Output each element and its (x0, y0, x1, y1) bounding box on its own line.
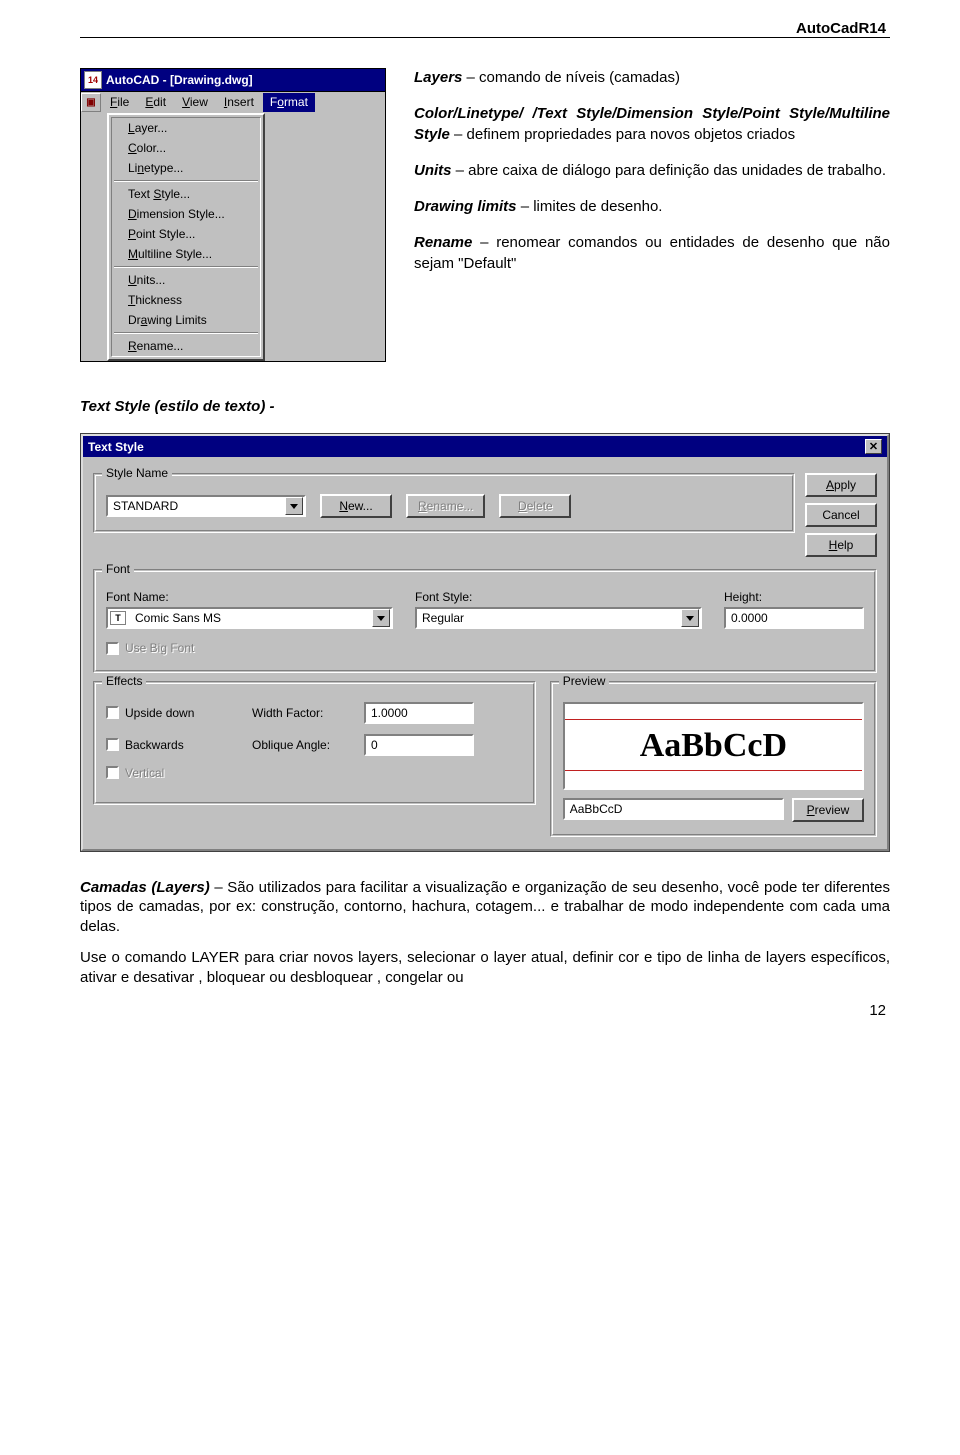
body-paragraphs: Camadas (Layers) – São utilizados para f… (80, 878, 890, 988)
menu-view[interactable]: View (175, 93, 215, 112)
height-input[interactable]: 0.0000 (724, 607, 864, 629)
menu-item-layer[interactable]: Layer... (112, 118, 260, 138)
menu-edit[interactable]: Edit (138, 93, 173, 112)
font-style-value: Regular (417, 611, 680, 625)
upside-down-label: Upside down (125, 706, 194, 720)
help-button[interactable]: Help (805, 533, 877, 557)
group-preview-legend: Preview (559, 674, 610, 688)
preview-sample-text: AaBbCcD (640, 727, 787, 765)
width-factor-input[interactable]: 1.0000 (364, 702, 474, 724)
preview-text-input[interactable]: AaBbCcD (563, 798, 784, 820)
menu-item-units[interactable]: Units... (112, 270, 260, 290)
desc-styles-rest: – definem propriedades para novos objeto… (450, 126, 795, 143)
group-font: Font Font Name: T Comic Sans MS Fo (93, 569, 877, 673)
checkbox-icon (106, 706, 119, 719)
menu-item-multiline-style[interactable]: Multiline Style... (112, 244, 260, 264)
menu-item-drawing-limits[interactable]: Drawing Limits (112, 310, 260, 330)
rename-button: Rename... (406, 494, 485, 518)
font-style-combo[interactable]: Regular (415, 607, 702, 629)
font-name-value: Comic Sans MS (130, 611, 371, 625)
width-factor-label: Width Factor: (252, 706, 348, 720)
delete-button: Delete (499, 494, 571, 518)
body-p1-lead: Camadas (Layers) (80, 879, 210, 896)
style-name-combo[interactable]: STANDARD (106, 495, 306, 517)
menu-item-dimension-style[interactable]: Dimension Style... (112, 204, 260, 224)
desc-layers-rest: – comando de níveis (camadas) (462, 69, 680, 86)
menu-separator (114, 266, 258, 268)
new-button[interactable]: New... (320, 494, 392, 518)
font-style-label: Font Style: (415, 590, 702, 604)
font-name-combo[interactable]: T Comic Sans MS (106, 607, 393, 629)
menu-item-linetype[interactable]: Linetype... (112, 158, 260, 178)
vertical-checkbox: Vertical (106, 766, 236, 780)
format-menu-screenshot: 14 AutoCAD - [Drawing.dwg] ▣ File Edit V… (80, 68, 386, 362)
app-icon: 14 (84, 71, 102, 89)
desc-units-lead: Units (414, 162, 452, 179)
checkbox-icon (106, 642, 119, 655)
oblique-angle-value: 0 (371, 738, 378, 752)
backwards-label: Backwards (125, 738, 184, 752)
upside-down-checkbox[interactable]: Upside down (106, 706, 236, 720)
chevron-down-icon[interactable] (285, 497, 303, 515)
vertical-label: Vertical (125, 766, 164, 780)
group-effects: Effects Upside down Width Factor: 1.0000 (93, 681, 536, 805)
checkbox-icon (106, 766, 119, 779)
menu-separator (114, 180, 258, 182)
format-dropdown: Layer... Color... Linetype... Text Style… (107, 113, 265, 361)
menu-separator (114, 332, 258, 334)
font-name-label: Font Name: (106, 590, 393, 604)
backwards-checkbox[interactable]: Backwards (106, 738, 236, 752)
height-value: 0.0000 (731, 611, 768, 625)
desc-layers-lead: Layers (414, 69, 462, 86)
preview-button[interactable]: Preview (792, 798, 864, 822)
desc-limits-lead: Drawing limits (414, 198, 517, 215)
cancel-button[interactable]: Cancel (805, 503, 877, 527)
page-number: 12 (80, 1002, 890, 1019)
use-big-font-label: Use Big Font (125, 641, 194, 655)
style-name-value: STANDARD (108, 499, 284, 513)
dialog-title: Text Style (88, 440, 144, 454)
close-icon[interactable]: ✕ (865, 439, 882, 454)
sys-menu-icon[interactable]: ▣ (81, 93, 101, 112)
group-style-name: Style Name STANDARD New... Rename... Del… (93, 473, 795, 533)
dialog-title-bar: Text Style ✕ (83, 436, 887, 457)
group-font-legend: Font (102, 562, 134, 576)
oblique-angle-label: Oblique Angle: (252, 738, 348, 752)
window-title: AutoCAD - [Drawing.dwg] (106, 73, 253, 87)
menu-bar: ▣ File Edit View Insert Format (81, 92, 385, 113)
desc-rename-rest: – renomear comandos ou entidades de dese… (414, 234, 890, 271)
use-big-font-checkbox: Use Big Font (106, 641, 194, 655)
desc-limits-rest: – limites de desenho. (517, 198, 663, 215)
preview-canvas: AaBbCcD (563, 702, 864, 790)
menu-file[interactable]: File (103, 93, 136, 112)
description-column: Layers – comando de níveis (camadas) Col… (414, 68, 890, 362)
preview-input-value: AaBbCcD (570, 802, 623, 816)
body-p2: Use o comando LAYER para criar novos lay… (80, 949, 890, 986)
menu-insert[interactable]: Insert (217, 93, 261, 112)
apply-button[interactable]: Apply (805, 473, 877, 497)
window-title-bar: 14 AutoCAD - [Drawing.dwg] (81, 69, 385, 92)
group-style-name-legend: Style Name (102, 466, 172, 480)
group-preview: Preview AaBbCcD AaBbCcD (550, 681, 877, 837)
height-label: Height: (724, 590, 864, 604)
text-style-dialog: Text Style ✕ Style Name STANDARD New... (80, 433, 890, 852)
oblique-angle-input[interactable]: 0 (364, 734, 474, 756)
menu-format[interactable]: Format (263, 93, 315, 112)
chevron-down-icon[interactable] (372, 609, 390, 627)
group-effects-legend: Effects (102, 674, 146, 688)
menu-item-point-style[interactable]: Point Style... (112, 224, 260, 244)
truetype-icon: T (110, 611, 126, 625)
menu-item-rename[interactable]: Rename... (112, 336, 260, 356)
section-heading-text-style: Text Style (estilo de texto) - (80, 398, 890, 415)
menu-item-text-style[interactable]: Text Style... (112, 184, 260, 204)
width-factor-value: 1.0000 (371, 706, 408, 720)
checkbox-icon (106, 738, 119, 751)
menu-item-thickness[interactable]: Thickness (112, 290, 260, 310)
chevron-down-icon[interactable] (681, 609, 699, 627)
menu-item-color[interactable]: Color... (112, 138, 260, 158)
doc-header: AutoCadR14 (80, 20, 890, 38)
desc-rename-lead: Rename (414, 234, 472, 251)
desc-units-rest: – abre caixa de diálogo para definição d… (452, 162, 886, 179)
